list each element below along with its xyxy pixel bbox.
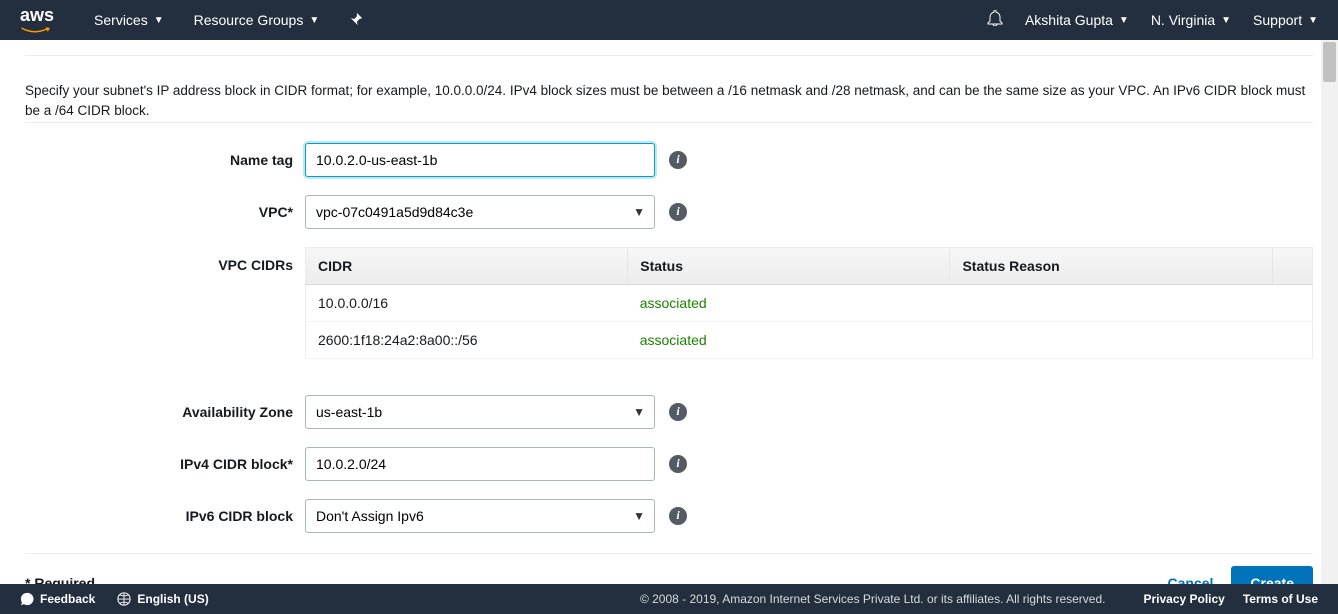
vpc-cidrs-label: VPC CIDRs bbox=[25, 247, 305, 273]
user-label: Akshita Gupta bbox=[1025, 12, 1113, 28]
name-tag-input[interactable] bbox=[305, 143, 655, 177]
region-menu[interactable]: N. Virginia ▼ bbox=[1151, 12, 1231, 28]
info-icon[interactable]: i bbox=[669, 455, 687, 473]
ipv6-select[interactable]: Don't Assign Ipv6 bbox=[305, 499, 655, 533]
col-status: Status bbox=[628, 247, 950, 284]
region-label: N. Virginia bbox=[1151, 12, 1215, 28]
vpc-cidrs-table: CIDR Status Status Reason 10.0.0.0/16 as… bbox=[305, 247, 1313, 359]
services-label: Services bbox=[94, 12, 148, 28]
resource-groups-menu[interactable]: Resource Groups ▼ bbox=[194, 12, 320, 28]
notifications-icon[interactable] bbox=[987, 10, 1003, 31]
description-text: Specify your subnet's IP address block i… bbox=[25, 81, 1313, 123]
privacy-link[interactable]: Privacy Policy bbox=[1143, 592, 1224, 606]
support-menu[interactable]: Support ▼ bbox=[1253, 12, 1318, 28]
az-select[interactable]: us-east-1b bbox=[305, 395, 655, 429]
ipv6-label: IPv6 CIDR block bbox=[25, 508, 305, 524]
aws-logo-text: aws bbox=[20, 5, 54, 25]
chevron-down-icon: ▼ bbox=[1221, 15, 1231, 26]
language-selector[interactable]: English (US) bbox=[117, 592, 208, 606]
cancel-button[interactable]: Cancel bbox=[1167, 575, 1213, 585]
user-menu[interactable]: Akshita Gupta ▼ bbox=[1025, 12, 1129, 28]
required-note: * Required bbox=[25, 575, 95, 585]
footer: Feedback English (US) © 2008 - 2019, Ama… bbox=[0, 584, 1338, 614]
services-menu[interactable]: Services ▼ bbox=[94, 12, 164, 28]
divider bbox=[25, 55, 1313, 56]
scrollbar[interactable] bbox=[1321, 40, 1338, 584]
resource-groups-label: Resource Groups bbox=[194, 12, 304, 28]
ipv6-row: IPv6 CIDR block Don't Assign Ipv6 ▼ i bbox=[25, 499, 1313, 533]
col-reason: Status Reason bbox=[950, 247, 1272, 284]
name-tag-row: Name tag i bbox=[25, 143, 1313, 177]
globe-icon bbox=[117, 592, 131, 606]
table-row: 2600:1f18:24a2:8a00::/56 associated bbox=[306, 321, 1313, 358]
vpc-value: vpc-07c0491a5d9d84c3e bbox=[316, 204, 473, 220]
vpc-row: VPC* vpc-07c0491a5d9d84c3e ▼ i bbox=[25, 195, 1313, 229]
info-icon[interactable]: i bbox=[669, 151, 687, 169]
az-value: us-east-1b bbox=[316, 404, 382, 420]
reason-cell bbox=[950, 321, 1272, 358]
status-cell: associated bbox=[628, 284, 950, 321]
terms-link[interactable]: Terms of Use bbox=[1243, 592, 1318, 606]
ipv4-label: IPv4 CIDR block* bbox=[25, 456, 305, 472]
top-nav: aws Services ▼ Resource Groups ▼ Akshita… bbox=[0, 0, 1338, 40]
status-cell: associated bbox=[628, 321, 950, 358]
aws-logo[interactable]: aws bbox=[20, 5, 54, 36]
chevron-down-icon: ▼ bbox=[154, 15, 164, 26]
chat-icon bbox=[20, 592, 34, 606]
chevron-down-icon: ▼ bbox=[1119, 15, 1129, 26]
table-row: 10.0.0.0/16 associated bbox=[306, 284, 1313, 321]
ipv4-input[interactable] bbox=[305, 447, 655, 481]
main-content: Specify your subnet's IP address block i… bbox=[0, 40, 1338, 584]
chevron-down-icon: ▼ bbox=[1308, 15, 1318, 26]
actions-row: * Required Cancel Create bbox=[25, 554, 1313, 585]
support-label: Support bbox=[1253, 12, 1302, 28]
ipv6-value: Don't Assign Ipv6 bbox=[316, 508, 424, 524]
pin-icon[interactable] bbox=[349, 12, 363, 29]
info-icon[interactable]: i bbox=[669, 507, 687, 525]
reason-cell bbox=[950, 284, 1272, 321]
cidr-cell: 2600:1f18:24a2:8a00::/56 bbox=[306, 321, 628, 358]
vpc-label: VPC* bbox=[25, 204, 305, 220]
vpc-cidrs-row: VPC CIDRs CIDR Status Status Reason 10.0… bbox=[25, 247, 1313, 359]
feedback-link[interactable]: Feedback bbox=[20, 592, 95, 606]
az-label: Availability Zone bbox=[25, 404, 305, 420]
name-tag-label: Name tag bbox=[25, 152, 305, 168]
cidr-cell: 10.0.0.0/16 bbox=[306, 284, 628, 321]
az-row: Availability Zone us-east-1b ▼ i bbox=[25, 395, 1313, 429]
col-spacer bbox=[1272, 247, 1312, 284]
chevron-down-icon: ▼ bbox=[309, 15, 319, 26]
aws-smile-icon bbox=[20, 26, 50, 36]
copyright-text: © 2008 - 2019, Amazon Internet Services … bbox=[640, 592, 1106, 606]
create-button[interactable]: Create bbox=[1231, 566, 1313, 585]
feedback-label: Feedback bbox=[40, 592, 95, 606]
vpc-select[interactable]: vpc-07c0491a5d9d84c3e bbox=[305, 195, 655, 229]
col-cidr: CIDR bbox=[306, 247, 628, 284]
info-icon[interactable]: i bbox=[669, 203, 687, 221]
info-icon[interactable]: i bbox=[669, 403, 687, 421]
scroll-thumb[interactable] bbox=[1323, 42, 1336, 82]
ipv4-row: IPv4 CIDR block* i bbox=[25, 447, 1313, 481]
language-label: English (US) bbox=[137, 592, 208, 606]
